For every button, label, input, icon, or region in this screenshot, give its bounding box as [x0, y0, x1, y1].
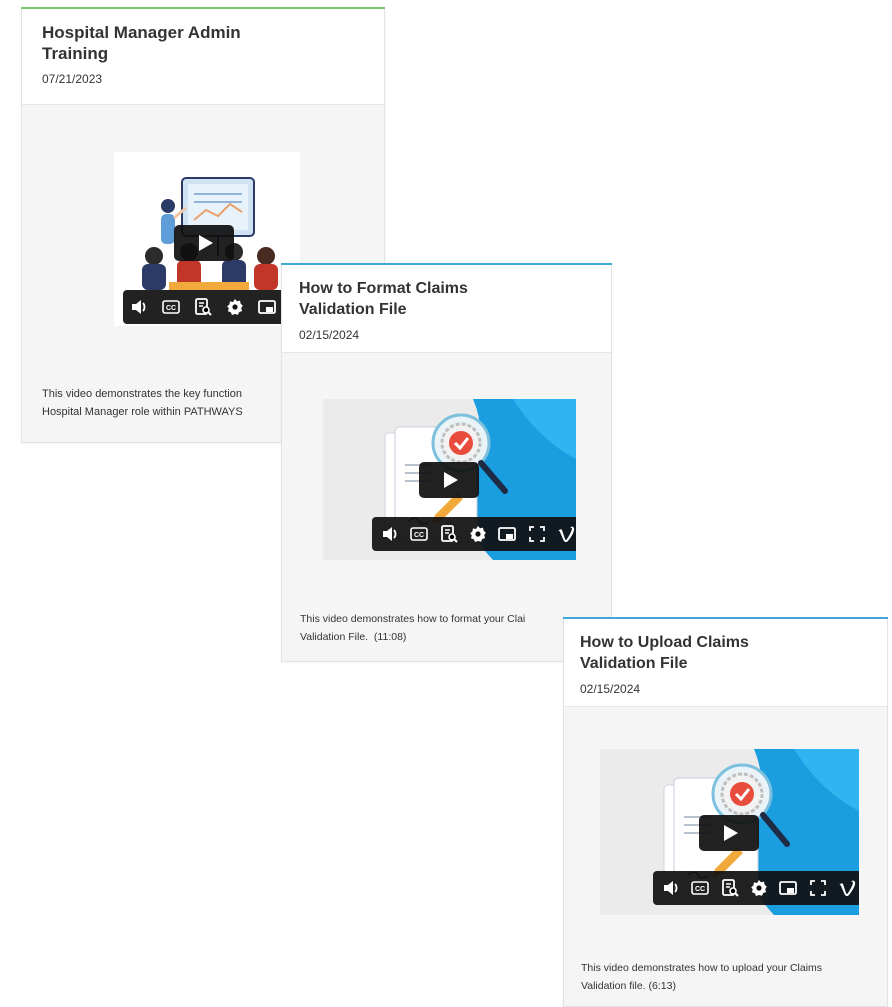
card-accent-bar — [563, 617, 888, 619]
svg-text:CC: CC — [166, 305, 176, 312]
svg-text:CC: CC — [695, 886, 705, 893]
captions-icon[interactable]: CC — [685, 871, 714, 905]
settings-icon[interactable] — [463, 517, 492, 551]
card-body: CC This video demonstrates how to format… — [282, 353, 611, 661]
play-button[interactable] — [174, 225, 234, 261]
volume-icon[interactable] — [123, 290, 155, 324]
player-controls: CC — [372, 517, 576, 551]
volume-icon[interactable] — [375, 517, 404, 551]
video-card-upload-claims: How to Upload Claims Validation File 02/… — [563, 617, 888, 1007]
settings-icon[interactable] — [219, 290, 251, 324]
card-header: How to Upload Claims Validation File 02/… — [564, 618, 887, 707]
play-button[interactable] — [699, 815, 759, 851]
picture-in-picture-icon[interactable] — [251, 290, 283, 324]
play-icon — [443, 472, 458, 488]
settings-icon[interactable] — [744, 871, 773, 905]
card-header: Hospital Manager Admin Training 07/21/20… — [22, 8, 384, 105]
svg-text:CC: CC — [414, 532, 424, 539]
play-icon — [198, 235, 213, 251]
card-accent-bar — [21, 7, 385, 9]
card-description: This video demonstrates how to format yo… — [300, 613, 526, 643]
vimeo-logo-icon[interactable] — [552, 517, 576, 551]
card-date: 02/15/2024 — [299, 328, 360, 342]
transcript-icon[interactable] — [187, 290, 219, 324]
card-title: How to Format Claims Validation File — [299, 280, 468, 318]
card-body: CC This video demonstrates how to upload… — [564, 707, 887, 1006]
transcript-icon[interactable] — [434, 517, 463, 551]
card-date: 07/21/2023 — [42, 72, 103, 86]
play-icon — [723, 825, 738, 841]
volume-icon[interactable] — [656, 871, 685, 905]
captions-icon[interactable]: CC — [155, 290, 187, 324]
card-description: This video demonstrates the key function… — [42, 388, 243, 418]
vimeo-logo-icon[interactable] — [833, 871, 859, 905]
card-title: How to Upload Claims Validation File — [580, 634, 749, 672]
play-button[interactable] — [419, 462, 479, 498]
card-description: This video demonstrates how to upload yo… — [581, 962, 823, 992]
card-accent-bar — [281, 263, 612, 265]
video-card-format-claims: How to Format Claims Validation File 02/… — [281, 263, 612, 662]
picture-in-picture-icon[interactable] — [774, 871, 803, 905]
transcript-icon[interactable] — [715, 871, 744, 905]
video-thumbnail[interactable]: CC — [323, 399, 576, 560]
fullscreen-icon[interactable] — [803, 871, 832, 905]
card-header: How to Format Claims Validation File 02/… — [282, 264, 611, 353]
video-thumbnail[interactable]: CC — [600, 749, 859, 915]
picture-in-picture-icon[interactable] — [493, 517, 522, 551]
player-controls: CC — [653, 871, 859, 905]
card-date: 02/15/2024 — [580, 682, 641, 696]
player-controls: CC — [123, 290, 300, 324]
fullscreen-icon[interactable] — [522, 517, 551, 551]
captions-icon[interactable]: CC — [404, 517, 433, 551]
card-title: Hospital Manager Admin Training — [42, 23, 241, 63]
video-thumbnail[interactable]: CC — [114, 152, 300, 326]
